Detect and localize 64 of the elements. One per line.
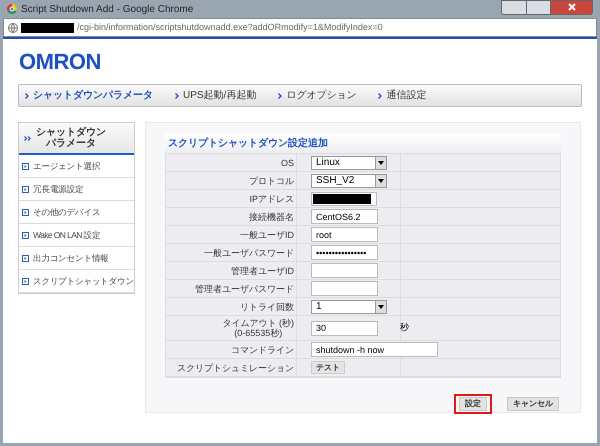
save-button[interactable]: 設定 bbox=[454, 394, 492, 414]
chevron-icon bbox=[278, 92, 282, 98]
bullet-icon bbox=[22, 278, 29, 284]
input-field[interactable]: 30 bbox=[311, 320, 378, 336]
field-label: スクリプトシュミレーション bbox=[177, 362, 294, 372]
chevron-icon bbox=[25, 92, 29, 98]
field-label: タイムアウト (秒) (0-65535秒) bbox=[222, 318, 294, 338]
dropdown[interactable]: Linux bbox=[311, 156, 387, 170]
field-label: 管理者ユーザID bbox=[231, 266, 294, 276]
nav-tab[interactable]: 通信設定 bbox=[378, 88, 426, 103]
test-button[interactable]: テスト bbox=[311, 361, 345, 374]
input-field[interactable]: shutdown -h now bbox=[311, 342, 438, 357]
minimize-button[interactable] bbox=[501, 0, 527, 14]
nav-tab[interactable]: UPS起動/再起動 bbox=[175, 88, 256, 103]
redaction-bar bbox=[21, 22, 74, 32]
url-text: /cgi-bin/information/scriptshutdownadd.exe?addORmodify=1&ModifyIndex=0 bbox=[77, 20, 383, 34]
double-chevron-icon bbox=[24, 136, 31, 140]
input-field[interactable]: CentOS6.2 bbox=[311, 209, 378, 224]
nav-tab[interactable]: ログオプション bbox=[278, 88, 356, 103]
chevron-icon bbox=[175, 92, 179, 98]
field-label: IPアドレス bbox=[249, 194, 294, 204]
field-label: 接続機器名 bbox=[249, 212, 294, 222]
sidebar-item[interactable]: 冗長電源設定 bbox=[19, 178, 134, 201]
input-field[interactable] bbox=[311, 281, 378, 296]
field-label: 管理者ユーザパスワード bbox=[195, 284, 294, 294]
nav-tab[interactable]: シャットダウンパラメータ bbox=[25, 88, 153, 103]
caret-icon bbox=[375, 156, 386, 168]
input-field[interactable]: •••••••••••••••• bbox=[311, 245, 378, 260]
sidebar-title: シャットダウンパラメータ bbox=[35, 127, 107, 149]
window-title: Script Shutdown Add - Google Chrome bbox=[21, 2, 194, 16]
sidebar-item[interactable]: その他のデバイス bbox=[19, 201, 134, 224]
close-button[interactable] bbox=[551, 0, 593, 14]
bullet-icon bbox=[22, 208, 29, 216]
field-label: 一般ユーザパスワード bbox=[204, 248, 294, 258]
field-label: OS bbox=[280, 158, 294, 168]
browser-icon bbox=[7, 4, 17, 14]
sidebar-item[interactable]: Wake ON LAN 設定 bbox=[19, 224, 134, 247]
close-icon bbox=[568, 3, 576, 11]
sidebar-item[interactable]: スクリプトシャットダウン bbox=[19, 270, 134, 293]
unit-label: 秒 bbox=[400, 321, 409, 334]
bullet-icon bbox=[22, 232, 29, 238]
globe-icon bbox=[8, 22, 18, 32]
redaction-bar bbox=[313, 194, 371, 204]
input-field[interactable]: root bbox=[311, 227, 378, 242]
chevron-icon bbox=[378, 92, 382, 98]
address-bar[interactable]: /cgi-bin/information/scriptshutdownadd.exe?addORmodify=1&ModifyIndex=0 bbox=[3, 18, 597, 37]
field-label: 一般ユーザID bbox=[240, 230, 294, 240]
form-title: スクリプトシャットダウン設定追加 bbox=[165, 134, 561, 153]
caret-icon bbox=[375, 174, 386, 186]
field-label: コマンドライン bbox=[231, 344, 294, 354]
bullet-icon bbox=[22, 254, 29, 262]
sidebar-item[interactable]: 出力コンセント情報 bbox=[19, 247, 134, 270]
field-label: プロトコル bbox=[249, 176, 294, 186]
dropdown[interactable]: SSH_V2 bbox=[311, 174, 387, 188]
caret-icon bbox=[375, 300, 386, 312]
input-field[interactable] bbox=[311, 192, 377, 206]
omron-logo: OMRON bbox=[19, 51, 102, 73]
field-label: リトライ回数 bbox=[240, 302, 294, 312]
bullet-icon bbox=[22, 162, 29, 170]
input-field[interactable] bbox=[311, 263, 378, 278]
bullet-icon bbox=[22, 186, 29, 192]
dropdown[interactable]: 1 bbox=[311, 300, 387, 314]
maximize-button[interactable] bbox=[527, 0, 551, 14]
sidebar-item[interactable]: エージェント選択 bbox=[19, 155, 134, 178]
